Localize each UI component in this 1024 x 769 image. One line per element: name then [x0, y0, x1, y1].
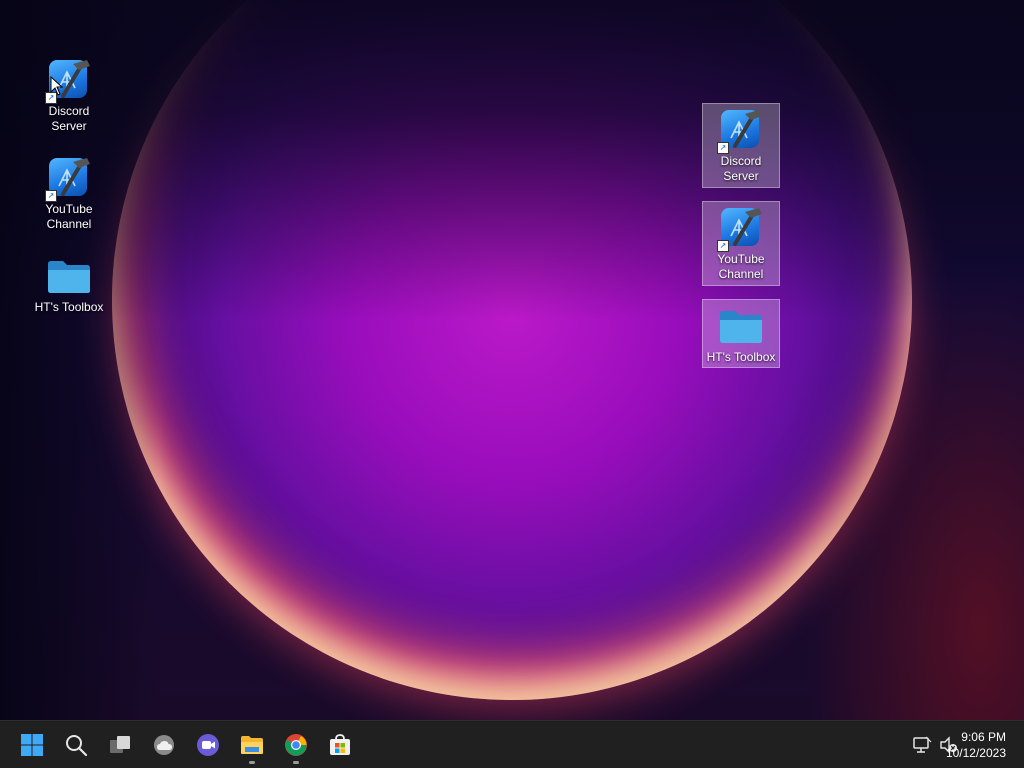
xcode-app-icon: ↗ — [717, 108, 763, 154]
clock-date: 10/12/2023 — [945, 746, 1006, 760]
desktop-icon-discord-server-selected[interactable]: ↗ Discord Server — [702, 103, 780, 188]
desktop-icon-youtube-channel-selected[interactable]: ↗ YouTube Channel — [702, 201, 780, 286]
desktop-icon-label: YouTube Channel — [717, 252, 765, 281]
shortcut-arrow-icon: ↗ — [45, 190, 57, 202]
task-view-button[interactable] — [100, 725, 140, 765]
desktop-icon-label: YouTube Channel — [45, 202, 93, 231]
shortcut-arrow-icon: ↗ — [717, 142, 729, 154]
chrome-icon — [285, 734, 307, 756]
xcode-app-icon: ↗ — [45, 156, 91, 202]
video-chat-icon — [197, 734, 219, 756]
search-icon — [66, 735, 88, 757]
desktop-icon-label: Discord Server — [720, 154, 762, 183]
wallpaper-orb — [112, 0, 912, 700]
desktop-icon-label: HT's Toolbox — [34, 300, 104, 314]
folder-icon — [241, 736, 263, 754]
desktop-icon-hts-toolbox-selected[interactable]: HT's Toolbox — [702, 299, 780, 368]
desktop-icon-hts-toolbox[interactable]: HT's Toolbox — [30, 250, 108, 319]
running-indicator — [249, 761, 255, 764]
desktop-icon-youtube-channel[interactable]: ↗ YouTube Channel — [30, 152, 108, 236]
file-explorer-button[interactable] — [232, 725, 272, 765]
search-button[interactable] — [56, 725, 96, 765]
store-icon — [330, 734, 350, 755]
network-disconnected-icon[interactable] — [912, 735, 932, 755]
desktop-icon-label: HT's Toolbox — [706, 350, 776, 364]
running-indicator — [293, 761, 299, 764]
wallpaper-glow-right — [804, 260, 1024, 720]
xcode-app-icon: ↗ — [717, 206, 763, 252]
system-tray: 9:06 PM 10/12/2023 — [874, 721, 1024, 769]
taskbar: 9:06 PM 10/12/2023 — [0, 720, 1024, 768]
chrome-button[interactable] — [276, 725, 316, 765]
desktop-icon-label: Discord Server — [48, 104, 90, 133]
chat-button[interactable] — [188, 725, 228, 765]
folder-icon — [719, 304, 763, 348]
folder-icon — [47, 254, 91, 298]
clock[interactable]: 9:06 PM 10/12/2023 — [936, 729, 1006, 761]
clock-time: 9:06 PM — [961, 730, 1006, 744]
store-button[interactable] — [320, 725, 360, 765]
task-view-icon — [110, 736, 130, 753]
mouse-cursor-icon — [50, 76, 64, 96]
start-button[interactable] — [12, 725, 52, 765]
desktop-icon-discord-server[interactable]: ↗ Discord Server — [30, 54, 108, 138]
windows-logo-icon — [21, 734, 43, 756]
weather-icon — [154, 735, 174, 755]
shortcut-arrow-icon: ↗ — [717, 240, 729, 252]
widgets-button[interactable] — [144, 725, 184, 765]
desktop[interactable]: ↗ Discord Server ↗ YouTube Channel HT's … — [0, 0, 1024, 720]
